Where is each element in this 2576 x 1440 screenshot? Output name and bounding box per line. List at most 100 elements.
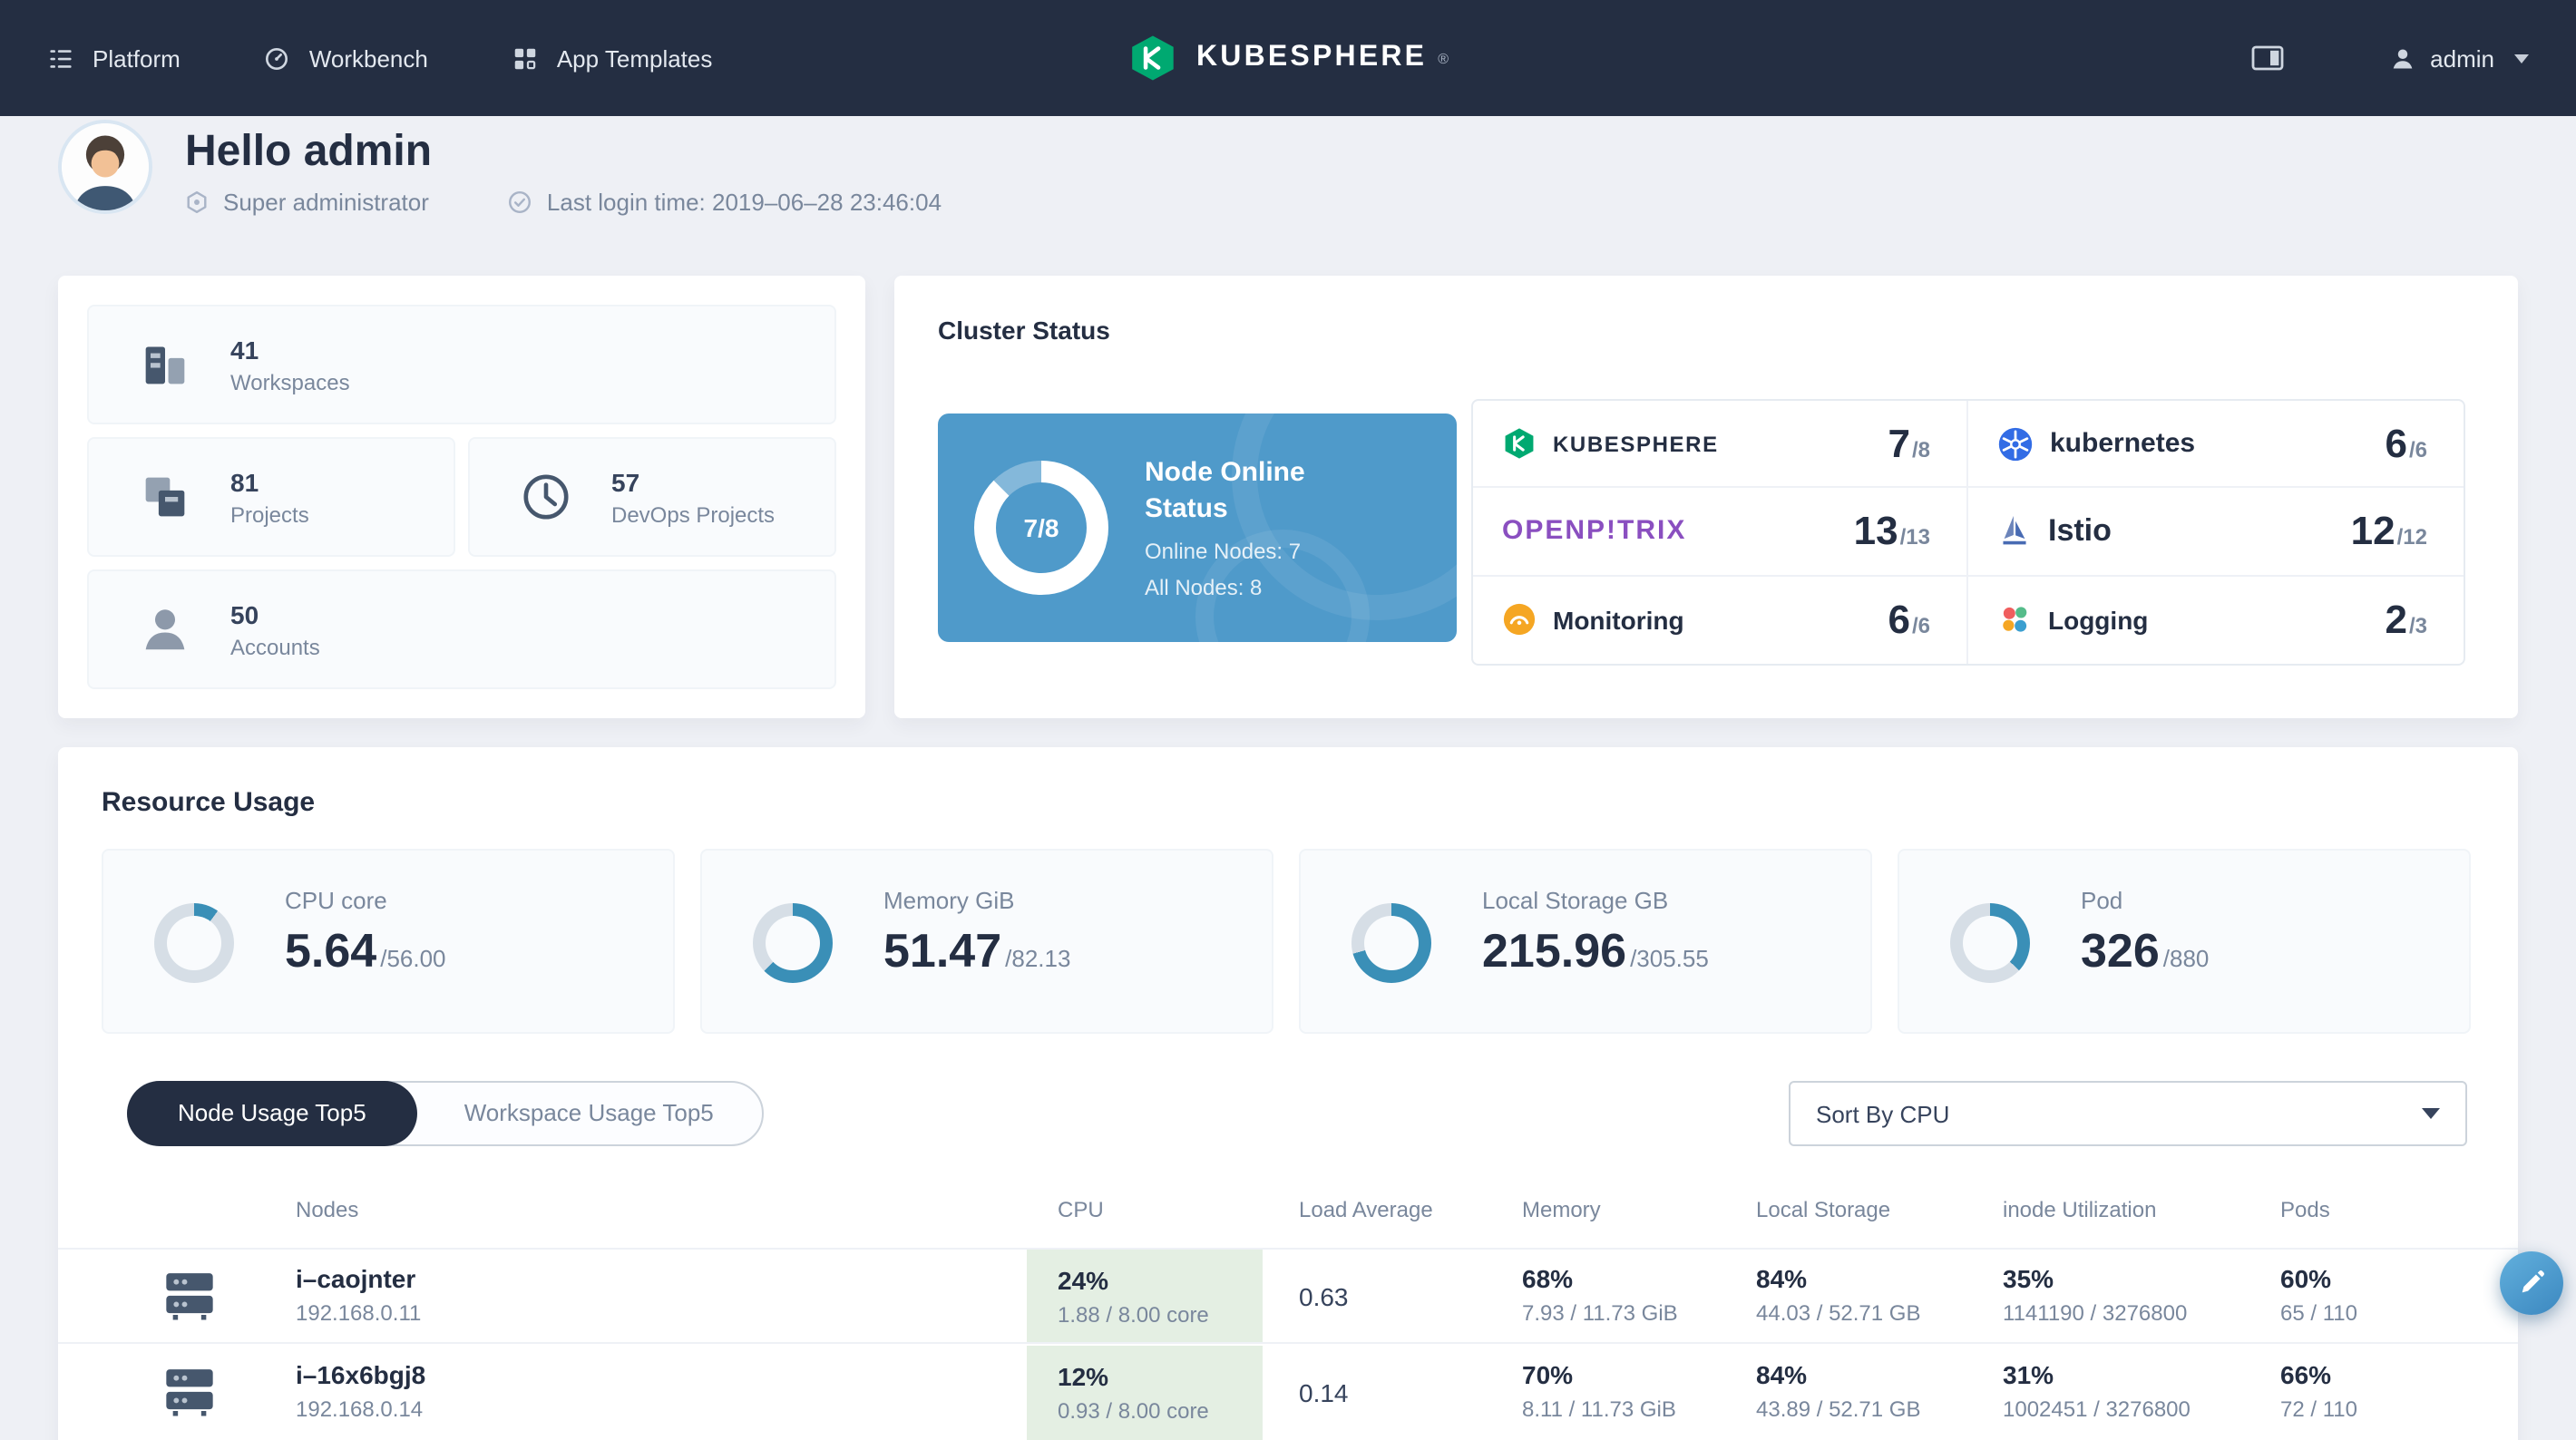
role-icon (187, 191, 207, 213)
stat-projects[interactable]: 81 Projects (87, 437, 455, 557)
column-header-pods: Pods (2280, 1197, 2330, 1222)
inode-detail: 1002451 / 3276800 (2003, 1396, 2191, 1422)
gauge-value: 215.96 (1482, 923, 1627, 978)
node-donut-label: 7/8 (1023, 513, 1059, 542)
cpu-detail: 1.88 / 8.00 core (1058, 1301, 1209, 1327)
platform-icon (50, 49, 72, 67)
gauge-total: /305.55 (1630, 945, 1709, 972)
monitoring-icon (1503, 604, 1536, 636)
component-total: /8 (1911, 436, 1930, 462)
table-row-node[interactable]: i–16x6bgj8 192.168.0.14 12% 0.93 / 8.00 … (58, 1346, 2518, 1440)
nav-item-label: Platform (93, 44, 181, 72)
cpu-detail: 0.93 / 8.00 core (1058, 1398, 1209, 1424)
app-templates-icon (514, 47, 536, 69)
kubernetes-wheel-icon (1998, 427, 2033, 461)
component-count: 7 (1888, 420, 1910, 466)
component-total: /13 (1899, 523, 1930, 550)
nav-item-workbench[interactable]: Workbench (264, 44, 428, 72)
cluster-status-card: Cluster Status 7/8 Node Online Status On… (894, 276, 2518, 718)
component-status-grid: KUBESPHERE 7/8 kubernetes 6/6 OPENP!TRIX… (1471, 399, 2465, 666)
resource-usage-card: Resource Usage CPU core 5.64/56.00 Memor… (58, 747, 2518, 1440)
kubesphere-logo-icon (1132, 35, 1174, 81)
component-count: 6 (1888, 596, 1910, 642)
nav-item-app-templates[interactable]: App Templates (512, 44, 713, 72)
pod-gauge-ring (1950, 903, 2030, 983)
gauge-local-storage: Local Storage GB 215.96/305.55 (1299, 849, 1872, 1034)
inode-percent: 31% (2003, 1360, 2054, 1389)
all-nodes-text: All Nodes: 8 (1145, 575, 1263, 601)
devops-clock-icon (517, 468, 575, 526)
gauge-label: Pod (2081, 887, 2123, 914)
gauge-total: /82.13 (1005, 945, 1071, 972)
component-name: Logging (2048, 605, 2149, 635)
component-count: 13 (1853, 507, 1898, 553)
stat-workspaces[interactable]: 41 Workspaces (87, 305, 836, 424)
usage-tabs: Node Usage Top5 Workspace Usage Top5 (127, 1081, 765, 1146)
component-name: Monitoring (1553, 605, 1684, 635)
component-monitoring[interactable]: Monitoring 6/6 (1473, 576, 1968, 664)
node-name: i–caojnter (296, 1264, 416, 1293)
kubesphere-logo[interactable]: KUBESPHERE ® (1127, 33, 1449, 83)
node-ip: 192.168.0.11 (296, 1300, 422, 1326)
nav-item-platform[interactable]: Platform (47, 44, 181, 72)
component-count: 12 (2350, 507, 2395, 553)
user-menu[interactable]: admin (2388, 44, 2529, 72)
stat-label: Projects (230, 501, 309, 527)
stat-value: 57 (611, 467, 640, 496)
logo-wordmark: KUBESPHERE (1195, 42, 1428, 73)
edit-fab-button[interactable] (2500, 1251, 2563, 1315)
stat-value: 41 (230, 335, 259, 364)
gauge-value: 5.64 (285, 923, 377, 978)
sort-by-select[interactable]: Sort By CPU (1789, 1081, 2467, 1146)
hero-meta: Super administrator Last login time: 201… (185, 189, 942, 216)
pencil-icon (2522, 1270, 2544, 1293)
tab-workspace-usage-top5[interactable]: Workspace Usage Top5 (415, 1083, 763, 1144)
component-kubernetes[interactable]: kubernetes 6/6 (1968, 401, 2464, 489)
overview-stats-card: 41 Workspaces 81 Projects 57 DevOps Proj… (58, 276, 865, 718)
accounts-person-icon (136, 600, 194, 658)
kubesphere-mark-icon (1505, 428, 1534, 459)
pods-percent: 60% (2280, 1264, 2332, 1293)
gauge-label: Local Storage GB (1482, 887, 1669, 914)
cpu-percent: 24% (1058, 1265, 1109, 1294)
inode-percent: 35% (2003, 1264, 2054, 1293)
tab-node-usage-top5[interactable]: Node Usage Top5 (129, 1083, 415, 1144)
stat-devops-projects[interactable]: 57 DevOps Projects (468, 437, 836, 557)
column-header-nodes: Nodes (296, 1197, 359, 1222)
component-count: 6 (2385, 420, 2407, 466)
load-average-value: 0.63 (1299, 1281, 1349, 1310)
storage-detail: 44.03 / 52.71 GB (1756, 1300, 1921, 1326)
stat-label: Workspaces (230, 369, 350, 394)
cpu-usage-cell: 24% 1.88 / 8.00 core (1027, 1250, 1263, 1342)
column-header-inode: inode Utilization (2003, 1197, 2157, 1222)
column-header-storage: Local Storage (1756, 1197, 1891, 1222)
table-row-node[interactable]: i–caojnter 192.168.0.11 24% 1.88 / 8.00 … (58, 1248, 2518, 1344)
gauge-value: 326 (2081, 923, 2160, 978)
component-istio[interactable]: Istio 12/12 (1968, 489, 2464, 577)
component-openpitrix[interactable]: OPENP!TRIX 13/13 (1473, 488, 1968, 577)
column-header-cpu: CPU (1058, 1197, 1104, 1222)
component-kubesphere[interactable]: KUBESPHERE 7/8 (1473, 401, 1968, 489)
gauge-memory: Memory GiB 51.47/82.13 (700, 849, 1273, 1034)
pods-detail: 65 / 110 (2280, 1300, 2357, 1326)
node-server-icon (160, 1268, 220, 1322)
gauge-pod: Pod 326/880 (1898, 849, 2471, 1034)
stat-accounts[interactable]: 50 Accounts (87, 569, 836, 689)
column-header-memory: Memory (1522, 1197, 1601, 1222)
memory-percent: 68% (1522, 1264, 1574, 1293)
memory-detail: 7.93 / 11.73 GiB (1522, 1300, 1678, 1326)
node-status-title: Node Online Status (1145, 456, 1305, 525)
last-login: Last login time: 2019–06–28 23:46:04 (546, 189, 942, 216)
openpitrix-wordmark: OPENP!TRIX (1502, 515, 1687, 547)
registered-mark: ® (1438, 51, 1449, 67)
console-panel-icon[interactable] (2250, 45, 2283, 71)
nav-item-label: App Templates (556, 44, 713, 72)
component-logging[interactable]: Logging 2/3 (1968, 576, 2464, 664)
node-online-donut: 7/8 (974, 461, 1108, 595)
logging-icon (2003, 607, 2027, 633)
inode-detail: 1141190 / 3276800 (2003, 1300, 2188, 1326)
node-online-status-panel[interactable]: 7/8 Node Online Status Online Nodes: 7 A… (938, 414, 1457, 642)
chevron-down-icon (2514, 54, 2529, 63)
gauge-total: /56.00 (380, 945, 446, 972)
stat-value: 81 (230, 467, 259, 496)
